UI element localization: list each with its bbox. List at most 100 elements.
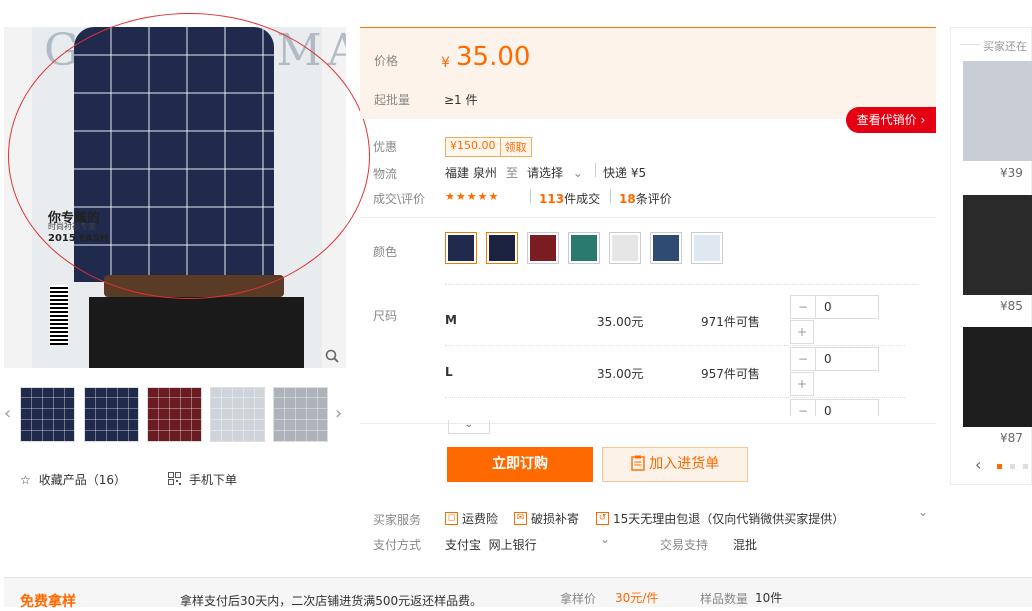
thumbnail[interactable]: [20, 387, 75, 442]
return-icon: ↺: [596, 512, 609, 525]
payment-methods: 支付宝 网上银行: [445, 538, 537, 552]
swatch-image: [612, 235, 638, 261]
carousel-dot[interactable]: [997, 464, 1002, 469]
recommend-prev-icon[interactable]: ‹: [975, 455, 981, 474]
thumbnail[interactable]: [147, 387, 202, 442]
currency-symbol: ¥: [441, 55, 450, 71]
mobile-order[interactable]: 手机下单: [168, 471, 237, 488]
recommend-image[interactable]: [963, 61, 1032, 161]
freight-insurance-icon: ◻: [445, 512, 458, 525]
logistics-label: 物流: [373, 167, 398, 181]
sample-text: 拿样支付后30天内，二次店铺进货满500元返还样品费。: [180, 594, 483, 608]
collect-label: 收藏产品（16）: [38, 473, 127, 487]
trade-support-value: 混批: [733, 538, 758, 552]
sample-price: 30元/件: [615, 591, 659, 605]
minus-icon[interactable]: −: [791, 400, 816, 416]
size-label: 尺码: [373, 309, 398, 323]
color-swatch[interactable]: [486, 232, 518, 264]
service-item[interactable]: ✉ 破损补寄: [514, 510, 579, 527]
recommend-price[interactable]: ¥87: [1000, 431, 1023, 445]
trade-support-label: 交易支持: [660, 538, 709, 552]
deals-count[interactable]: 113件成交: [539, 190, 600, 207]
recommend-image[interactable]: [963, 327, 1032, 427]
size-name: M: [445, 313, 457, 327]
thumbnail[interactable]: [84, 387, 139, 442]
clipboard-icon: [631, 455, 649, 472]
recommend-title: 买家还在: [983, 40, 1027, 53]
quantity-input[interactable]: 0: [816, 348, 832, 370]
mobile-order-label: 手机下单: [189, 473, 238, 487]
destination-select[interactable]: 请选择 ⌄: [527, 164, 583, 181]
payment-expand-icon[interactable]: ⌄: [600, 532, 610, 546]
divider: [595, 163, 596, 177]
separator: [445, 284, 919, 285]
reviews-count[interactable]: 18条评价: [619, 190, 672, 207]
size-price: 35.00元: [597, 367, 644, 381]
color-swatch[interactable]: [527, 232, 559, 264]
swatch-image: [653, 235, 679, 261]
minus-icon[interactable]: −: [791, 296, 816, 318]
recommend-price[interactable]: ¥85: [1000, 299, 1023, 313]
quantity-input[interactable]: 0: [816, 296, 832, 318]
plus-icon[interactable]: +: [790, 320, 814, 344]
agent-price-button[interactable]: 查看代销价 ›: [846, 107, 936, 133]
plus-icon[interactable]: +: [790, 372, 814, 396]
thumb-next-icon[interactable]: ›: [335, 403, 342, 424]
size-stock: 957件可售: [701, 367, 760, 381]
size-name: L: [445, 365, 453, 379]
price-value: 35.00: [456, 42, 531, 72]
divider: [610, 189, 611, 203]
annotation-ellipse: [8, 13, 370, 299]
quantity-stepper: − 0: [790, 347, 879, 371]
color-swatch[interactable]: [650, 232, 682, 264]
buyer-service-label: 买家服务: [373, 513, 422, 527]
services-expand-icon[interactable]: ⌄: [918, 505, 928, 519]
thumb-prev-icon[interactable]: ‹: [4, 403, 11, 424]
carousel-dot[interactable]: [1023, 464, 1028, 469]
moq-label: 起批量: [374, 93, 411, 107]
size-stock: 971件可售: [701, 315, 760, 329]
zoom-icon[interactable]: [325, 349, 341, 365]
separator: [445, 397, 905, 398]
swatch-image: [489, 235, 515, 261]
swatch-image: [694, 235, 720, 261]
discount-label: 优惠: [373, 140, 398, 154]
separator: [360, 423, 936, 424]
color-swatch[interactable]: [445, 232, 477, 264]
recommend-image[interactable]: [963, 195, 1032, 295]
swatch-image: [571, 235, 597, 261]
collect-product[interactable]: ☆ 收藏产品（16）: [20, 471, 126, 488]
minus-icon[interactable]: −: [791, 348, 816, 370]
add-to-cart-button[interactable]: 加入进货单: [602, 447, 748, 482]
moq-value: ≥1 件: [444, 93, 478, 107]
coupon[interactable]: ¥150.00 领取: [445, 137, 532, 157]
color-label: 颜色: [373, 245, 398, 259]
quantity-stepper: − 0: [790, 295, 879, 319]
pants-graphic: [89, 297, 304, 368]
coupon-claim: 领取: [500, 137, 532, 157]
expand-chevron-icon[interactable]: ⌄: [448, 420, 490, 434]
separator: [445, 345, 905, 346]
price-label: 价格: [374, 54, 399, 68]
thumbnail[interactable]: [273, 387, 328, 442]
chevron-down-icon: ⌄: [572, 166, 583, 180]
divider: [530, 189, 531, 203]
carousel-dot[interactable]: [1010, 464, 1015, 469]
sample-logo: 免费拿样: [20, 594, 76, 610]
sample-qty-label: 样品数量: [700, 592, 749, 606]
sample-qty: 10件: [755, 591, 783, 605]
service-item[interactable]: ◻ 运费险: [445, 510, 498, 527]
color-swatch[interactable]: [568, 232, 600, 264]
recommend-price[interactable]: ¥39: [1000, 166, 1023, 180]
payment-label: 支付方式: [373, 538, 422, 552]
quantity-stepper-clip: − 0: [790, 399, 879, 416]
sample-bar: [4, 577, 1032, 607]
swatch-image: [530, 235, 556, 261]
color-swatch[interactable]: [609, 232, 641, 264]
order-now-button[interactable]: 立即订购: [447, 447, 593, 482]
service-item[interactable]: ↺ 15天无理由包退（仅向代销微供买家提供）: [596, 510, 844, 527]
quantity-input[interactable]: 0: [816, 400, 832, 416]
thumbnail[interactable]: [210, 387, 265, 442]
logistics-origin: 福建 泉州: [445, 166, 497, 180]
color-swatch[interactable]: [691, 232, 723, 264]
